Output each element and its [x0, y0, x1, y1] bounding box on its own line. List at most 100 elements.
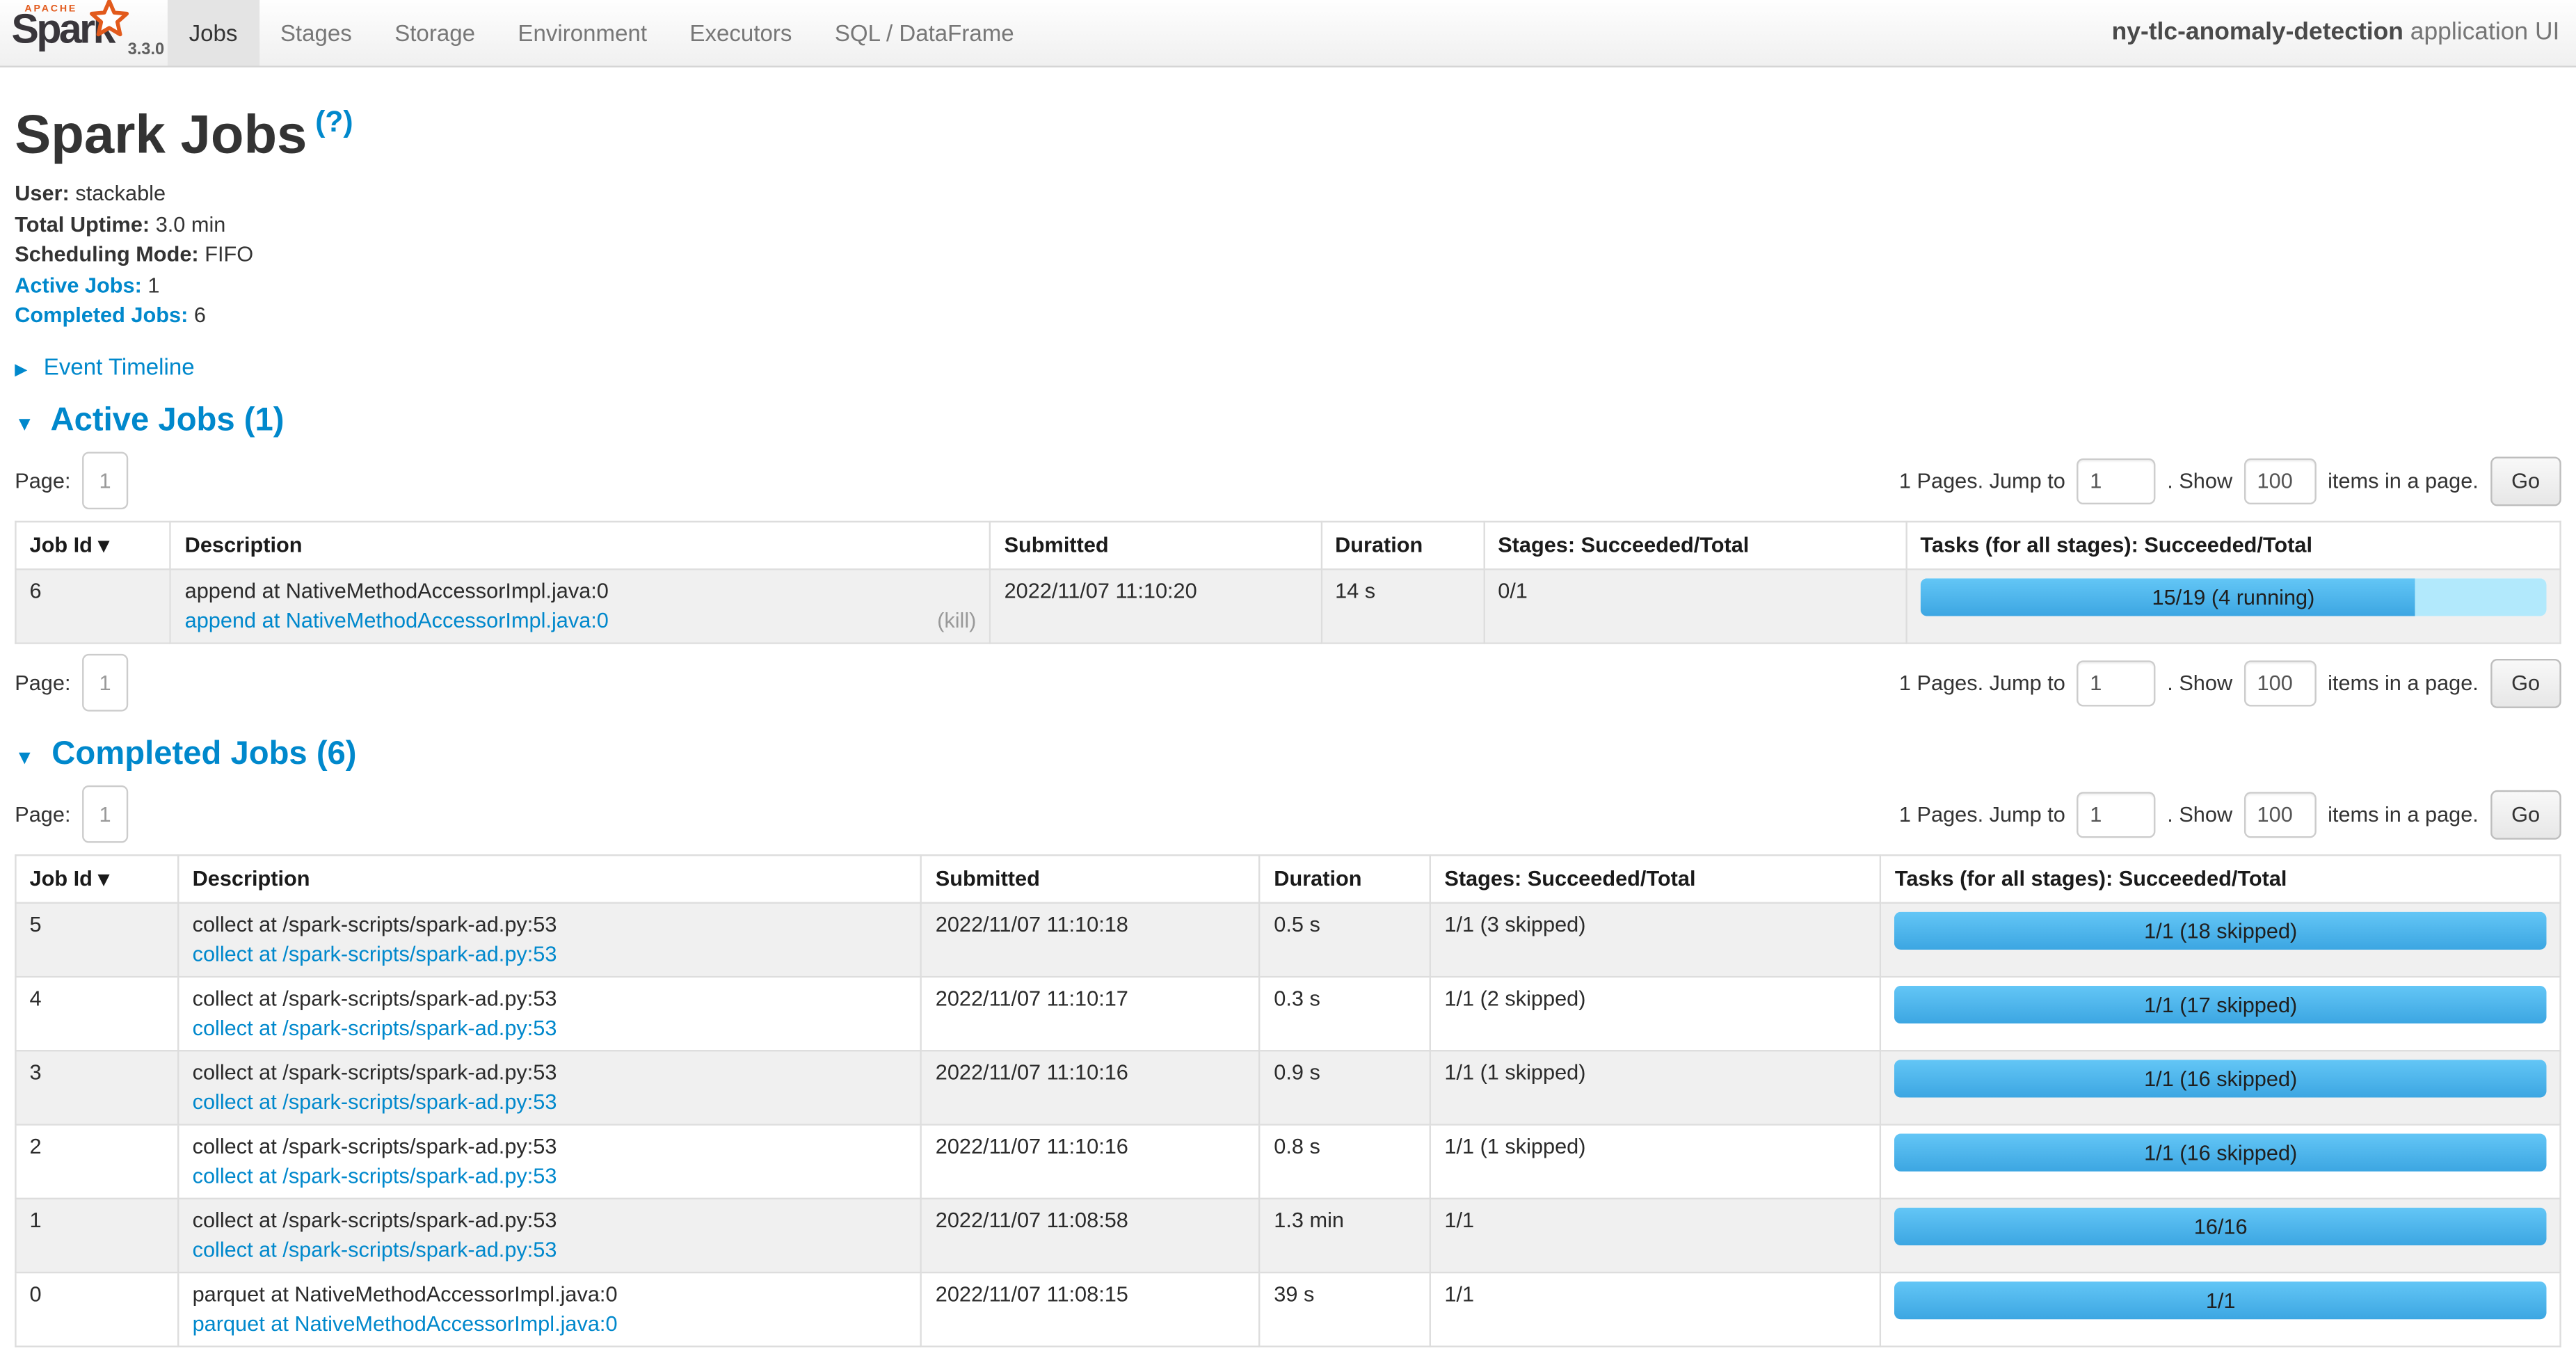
duration-cell: 0.3 s	[1260, 976, 1430, 1050]
col-duration[interactable]: Duration	[1321, 521, 1484, 568]
completed-jobs-table: Job Id ▾ Description Submitted Duration …	[15, 854, 2561, 1346]
col-stages[interactable]: Stages: Succeeded/Total	[1430, 854, 1880, 902]
duration-cell: 39 s	[1260, 1272, 1430, 1346]
job-summary-list: User: stackable Total Uptime: 3.0 min Sc…	[15, 179, 2561, 330]
summary-active-jobs: Active Jobs: 1	[15, 270, 2561, 301]
table-row: 4 collect at /spark-scripts/spark-ad.py:…	[15, 976, 2560, 1050]
tasks-cell: 1/1 (16 skipped)	[1881, 1124, 2561, 1197]
duration-cell: 0.5 s	[1260, 902, 1430, 976]
summary-scheduling-mode: Scheduling Mode: FIFO	[15, 240, 2561, 271]
job-detail-link[interactable]: collect at /spark-scripts/spark-ad.py:53	[193, 939, 557, 969]
duration-cell: 14 s	[1321, 568, 1484, 642]
tab-sql-dataframe[interactable]: SQL / DataFrame	[813, 0, 1035, 65]
spark-version: 3.3.0	[128, 41, 165, 59]
stages-cell: 1/1 (1 skipped)	[1430, 1124, 1880, 1197]
completed-jobs-pagination-top: Page: 1 1 Pages. Jump to . Show items in…	[15, 785, 2561, 844]
job-detail-link[interactable]: collect at /spark-scripts/spark-ad.py:53	[193, 1087, 557, 1117]
table-header-row: Job Id ▾ Description Submitted Duration …	[15, 854, 2560, 902]
page-size-input[interactable]	[2244, 458, 2317, 504]
col-submitted[interactable]: Submitted	[990, 521, 1321, 568]
progress-label: 16/16	[1895, 1207, 2547, 1245]
submitted-cell: 2022/11/07 11:10:16	[922, 1050, 1261, 1124]
tab-executors[interactable]: Executors	[669, 0, 813, 65]
jump-to-page-input[interactable]	[2077, 458, 2155, 504]
col-submitted[interactable]: Submitted	[922, 854, 1261, 902]
spark-ui-window: APACHE Spark 3.3.0 Jobs Stages Storage E…	[0, 0, 2576, 1349]
tab-storage[interactable]: Storage	[373, 0, 496, 65]
job-detail-link[interactable]: collect at /spark-scripts/spark-ad.py:53	[193, 1013, 557, 1043]
job-id-cell: 1	[15, 1198, 178, 1272]
stages-cell: 0/1	[1484, 568, 1906, 642]
tab-jobs[interactable]: Jobs	[168, 0, 259, 65]
table-row: 2 collect at /spark-scripts/spark-ad.py:…	[15, 1124, 2560, 1197]
submitted-cell: 2022/11/07 11:08:58	[922, 1198, 1261, 1272]
col-job-id[interactable]: Job Id ▾	[15, 854, 178, 902]
tasks-cell: 1/1 (16 skipped)	[1881, 1050, 2561, 1124]
jump-to-page-input[interactable]	[2077, 791, 2155, 837]
spark-logo[interactable]: APACHE Spark 3.3.0	[0, 0, 168, 65]
table-row: 5 collect at /spark-scripts/spark-ad.py:…	[15, 902, 2560, 976]
active-jobs-heading[interactable]: ▼ Active Jobs (1)	[15, 401, 2561, 441]
application-name: ny-tlc-anomaly-detection	[2112, 18, 2403, 46]
page-number-box[interactable]: 1	[82, 654, 128, 712]
kill-job-link[interactable]: (kill)	[924, 605, 976, 635]
go-button[interactable]: Go	[2490, 658, 2561, 708]
duration-cell: 0.9 s	[1260, 1050, 1430, 1124]
event-timeline-toggle[interactable]: ▶ Event Timeline	[15, 353, 2561, 379]
description-cell: parquet at NativeMethodAccessorImpl.java…	[179, 1272, 922, 1346]
col-description[interactable]: Description	[179, 854, 922, 902]
collapsed-arrow-icon: ▶	[15, 360, 27, 378]
application-title: ny-tlc-anomaly-detection application UI	[2112, 0, 2576, 65]
completed-jobs-heading[interactable]: ▼ Completed Jobs (6)	[15, 735, 2561, 775]
job-detail-link[interactable]: append at NativeMethodAccessorImpl.java:…	[185, 605, 609, 635]
completed-jobs-link[interactable]: Completed Jobs:	[15, 303, 188, 327]
job-detail-link[interactable]: collect at /spark-scripts/spark-ad.py:53	[193, 1160, 557, 1190]
go-button[interactable]: Go	[2490, 456, 2561, 505]
page-size-input[interactable]	[2244, 660, 2317, 705]
description-cell: collect at /spark-scripts/spark-ad.py:53…	[179, 976, 922, 1050]
top-navbar: APACHE Spark 3.3.0 Jobs Stages Storage E…	[0, 0, 2576, 67]
progress-label: 1/1	[1895, 1281, 2547, 1318]
stages-cell: 1/1 (1 skipped)	[1430, 1050, 1880, 1124]
tasks-cell: 1/1 (17 skipped)	[1881, 976, 2561, 1050]
job-id-cell: 5	[15, 902, 178, 976]
job-detail-link[interactable]: collect at /spark-scripts/spark-ad.py:53	[193, 1235, 557, 1265]
stages-cell: 1/1	[1430, 1198, 1880, 1272]
tasks-progress-bar: 1/1 (16 skipped)	[1895, 1133, 2547, 1170]
tasks-progress-bar: 1/1	[1895, 1281, 2547, 1318]
table-row: 1 collect at /spark-scripts/spark-ad.py:…	[15, 1198, 2560, 1272]
col-description[interactable]: Description	[171, 521, 991, 568]
col-duration[interactable]: Duration	[1260, 854, 1430, 902]
stages-cell: 1/1	[1430, 1272, 1880, 1346]
table-row: 3 collect at /spark-scripts/spark-ad.py:…	[15, 1050, 2560, 1124]
progress-label: 15/19 (4 running)	[1920, 577, 2546, 615]
col-tasks[interactable]: Tasks (for all stages): Succeeded/Total	[1881, 854, 2561, 902]
tab-stages[interactable]: Stages	[259, 0, 373, 65]
col-stages[interactable]: Stages: Succeeded/Total	[1484, 521, 1906, 568]
submitted-cell: 2022/11/07 11:10:17	[922, 976, 1261, 1050]
job-description: collect at /spark-scripts/spark-ad.py:53	[193, 909, 908, 939]
table-row: 6 append at NativeMethodAccessorImpl.jav…	[15, 568, 2560, 642]
table-row: 0 parquet at NativeMethodAccessorImpl.ja…	[15, 1272, 2560, 1346]
page-number-box[interactable]: 1	[82, 452, 128, 509]
go-button[interactable]: Go	[2490, 790, 2561, 839]
col-job-id[interactable]: Job Id ▾	[15, 521, 170, 568]
job-detail-link[interactable]: parquet at NativeMethodAccessorImpl.java…	[193, 1309, 618, 1339]
help-link[interactable]: (?)	[315, 105, 353, 138]
tab-environment[interactable]: Environment	[497, 0, 669, 65]
progress-label: 1/1 (17 skipped)	[1895, 985, 2547, 1023]
page-size-input[interactable]	[2244, 791, 2317, 837]
description-cell: append at NativeMethodAccessorImpl.java:…	[171, 568, 991, 642]
tasks-progress-bar: 15/19 (4 running)	[1920, 577, 2546, 615]
tasks-cell: 1/1	[1881, 1272, 2561, 1346]
description-cell: collect at /spark-scripts/spark-ad.py:53…	[179, 1124, 922, 1197]
page-number-box[interactable]: 1	[82, 785, 128, 843]
spark-jobs-page: APACHE Spark 3.3.0 Jobs Stages Storage E…	[0, 0, 2576, 1349]
job-id-cell: 0	[15, 1272, 178, 1346]
jump-to-page-input[interactable]	[2077, 660, 2155, 705]
duration-cell: 0.8 s	[1260, 1124, 1430, 1197]
nav-tabs: Jobs Stages Storage Environment Executor…	[168, 0, 1036, 65]
col-tasks[interactable]: Tasks (for all stages): Succeeded/Total	[1906, 521, 2560, 568]
tasks-progress-bar: 1/1 (17 skipped)	[1895, 985, 2547, 1023]
active-jobs-link[interactable]: Active Jobs:	[15, 272, 142, 296]
